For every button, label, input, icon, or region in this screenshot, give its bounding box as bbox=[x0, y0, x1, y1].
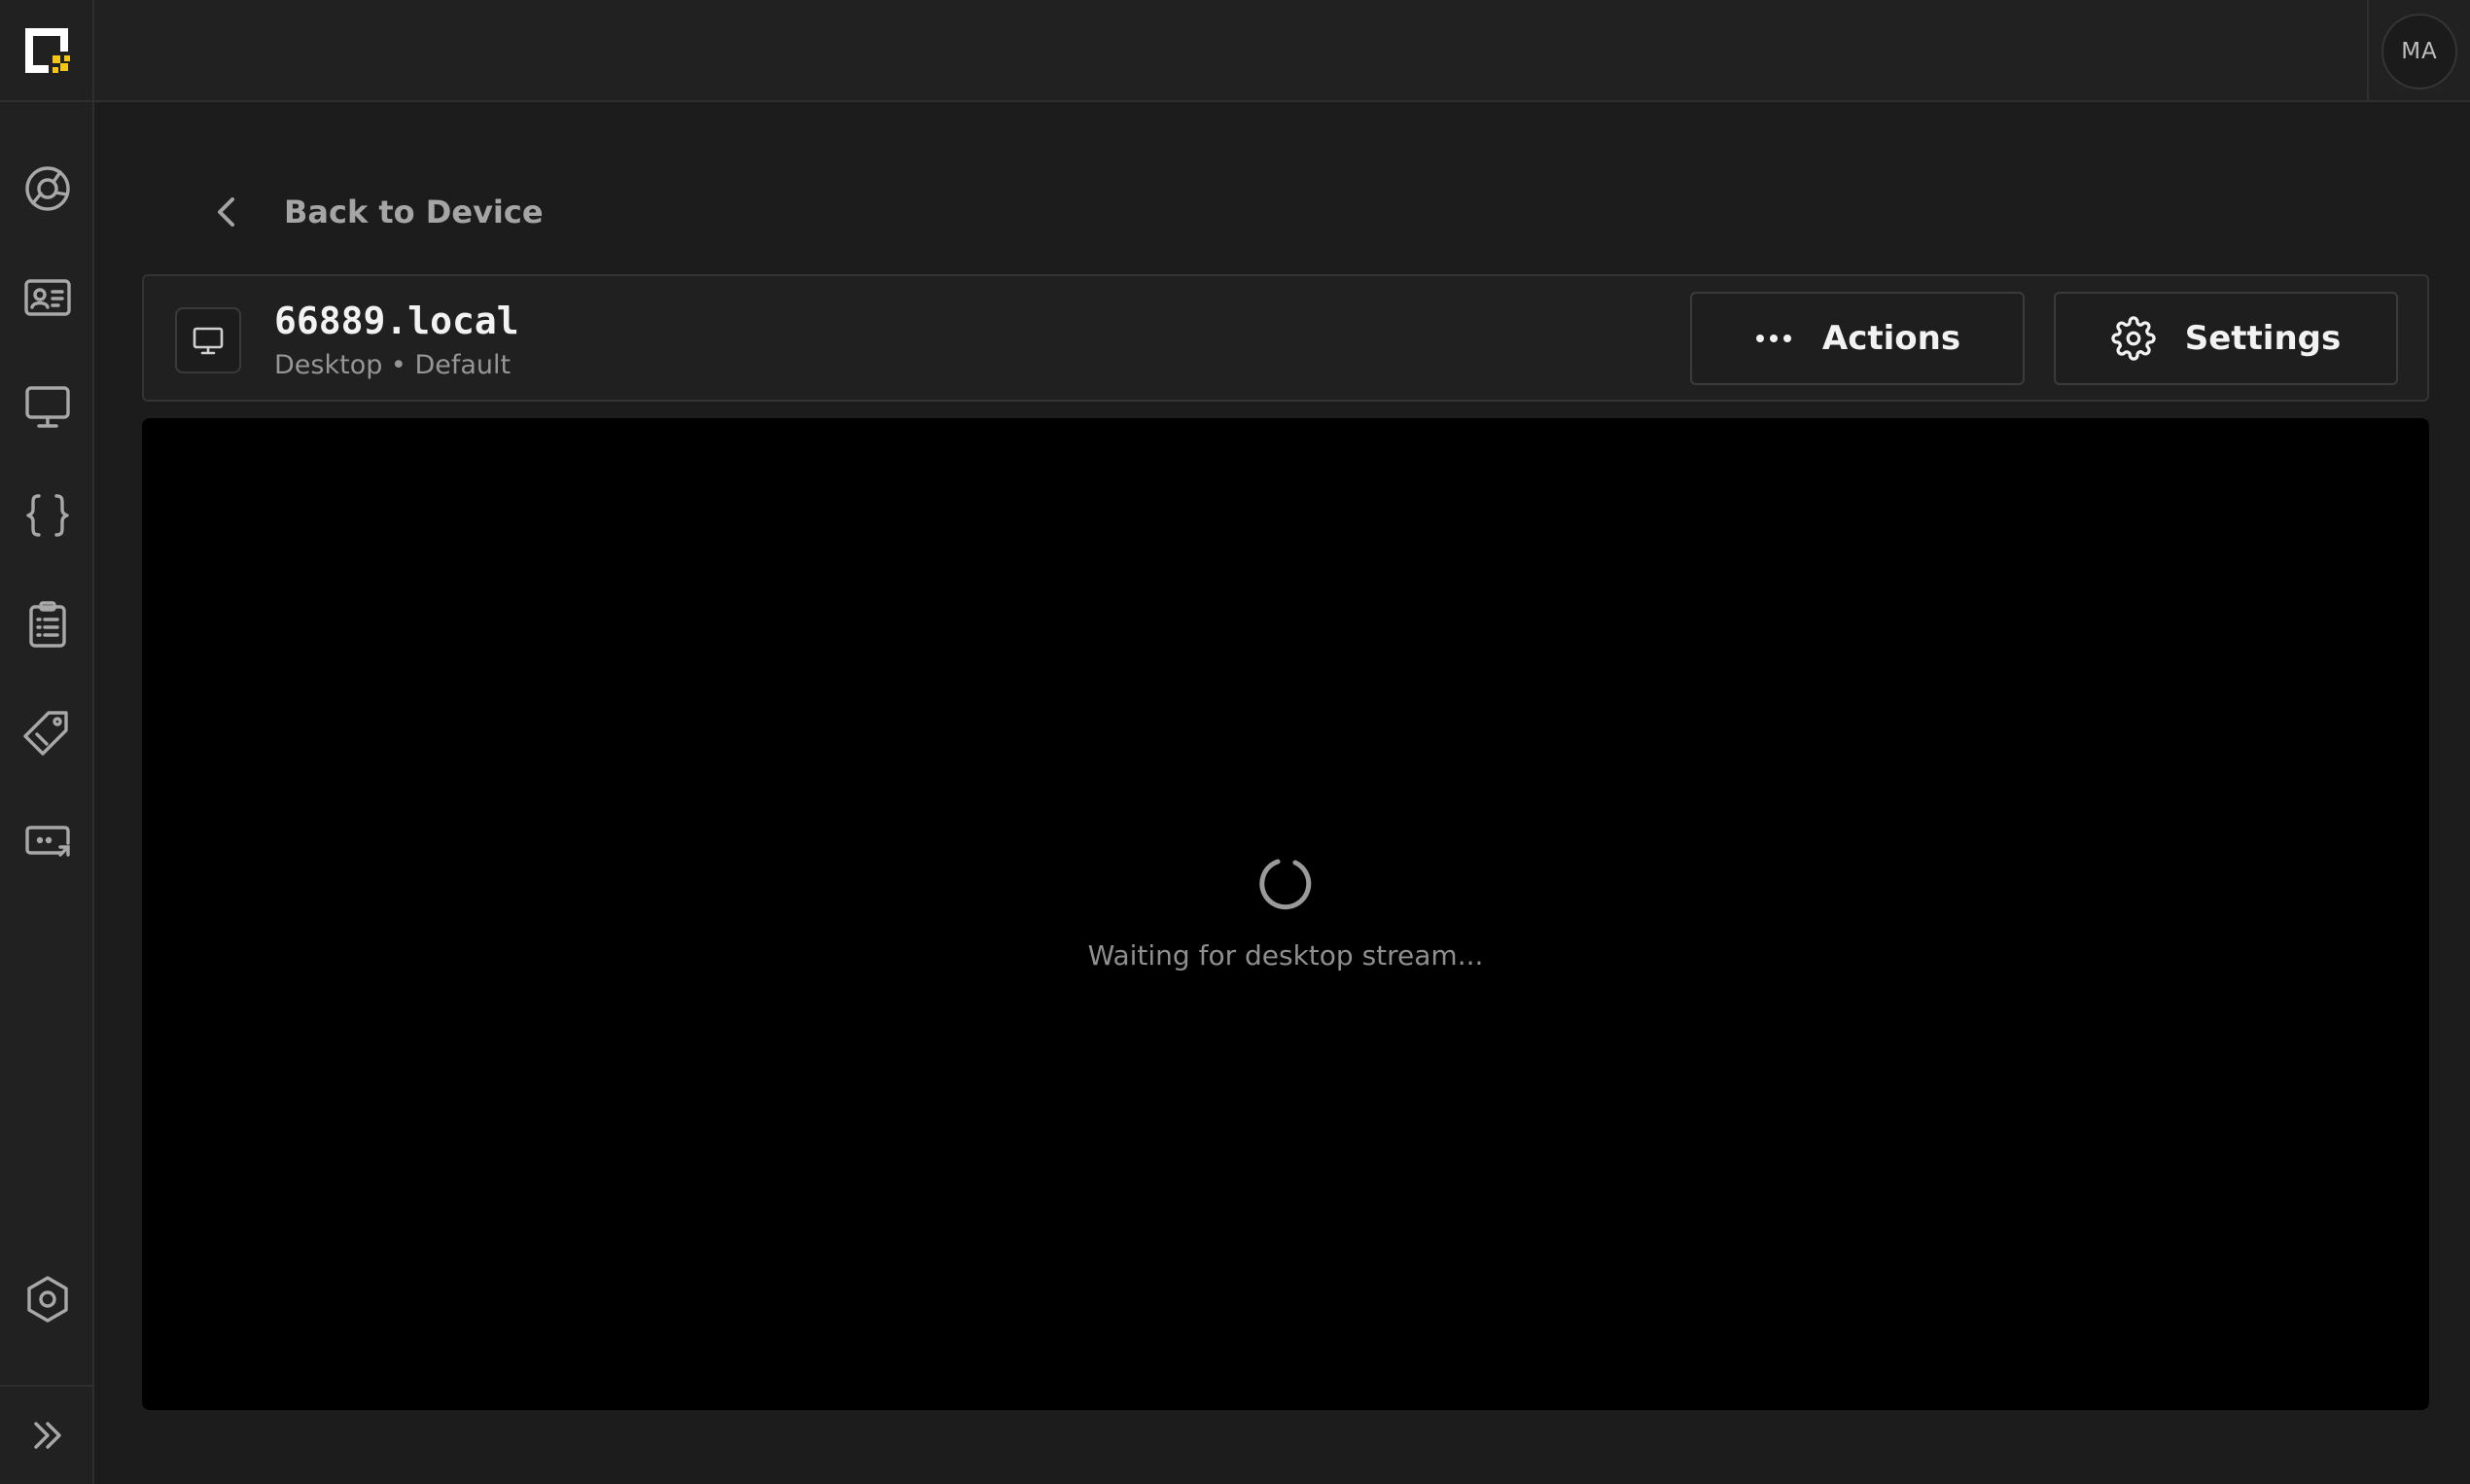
device-type-badge bbox=[175, 307, 241, 373]
device-name: 66889.local bbox=[274, 300, 519, 342]
app-logo[interactable] bbox=[0, 0, 94, 102]
top-bar: MA bbox=[94, 0, 2470, 102]
chevrons-right-icon bbox=[33, 1422, 61, 1449]
desktop-icon bbox=[193, 327, 224, 355]
sidebar-item-remote[interactable] bbox=[0, 803, 94, 881]
desktop-stream-viewport[interactable]: Waiting for desktop stream... bbox=[142, 418, 2429, 1410]
stream-status-text: Waiting for desktop stream... bbox=[1087, 939, 1484, 972]
more-horizontal-icon bbox=[1755, 335, 1791, 342]
sidebar-item-devices[interactable] bbox=[0, 368, 94, 445]
sidebar-item-dashboard[interactable] bbox=[0, 150, 94, 228]
remote-session-icon bbox=[24, 826, 70, 857]
sidebar-item-tags[interactable] bbox=[0, 694, 94, 772]
device-header: 66889.local Desktop • Default Actions Se… bbox=[142, 274, 2429, 402]
sidebar-item-tasks[interactable] bbox=[0, 585, 94, 663]
actions-button[interactable]: Actions bbox=[1690, 292, 2025, 385]
braces-icon bbox=[25, 494, 69, 537]
sidebar-item-contacts[interactable] bbox=[0, 259, 94, 336]
dashboard-icon bbox=[24, 166, 70, 211]
tag-icon bbox=[22, 711, 68, 756]
sidebar bbox=[0, 0, 94, 1484]
monitor-icon bbox=[24, 386, 70, 428]
contact-card-icon bbox=[23, 279, 71, 316]
loading-spinner-icon bbox=[1259, 859, 1312, 910]
sidebar-expand-button[interactable] bbox=[0, 1385, 94, 1484]
clipboard-list-icon bbox=[28, 601, 66, 648]
device-subtitle: Desktop • Default bbox=[274, 350, 512, 380]
settings-button-label: Settings bbox=[2184, 319, 2342, 358]
chevron-left-icon bbox=[218, 197, 234, 227]
back-to-device-link[interactable]: Back to Device bbox=[208, 185, 544, 239]
settings-button[interactable]: Settings bbox=[2054, 292, 2398, 385]
sidebar-item-settings[interactable] bbox=[0, 1260, 94, 1338]
avatar[interactable]: MA bbox=[2382, 13, 2457, 89]
user-menu: MA bbox=[2367, 0, 2470, 102]
back-link-label: Back to Device bbox=[284, 194, 544, 230]
gear-icon bbox=[2111, 316, 2156, 361]
sidebar-item-scripts[interactable] bbox=[0, 477, 94, 554]
logo-icon bbox=[24, 27, 70, 73]
settings-hex-icon bbox=[26, 1276, 68, 1323]
actions-button-label: Actions bbox=[1821, 319, 1961, 358]
